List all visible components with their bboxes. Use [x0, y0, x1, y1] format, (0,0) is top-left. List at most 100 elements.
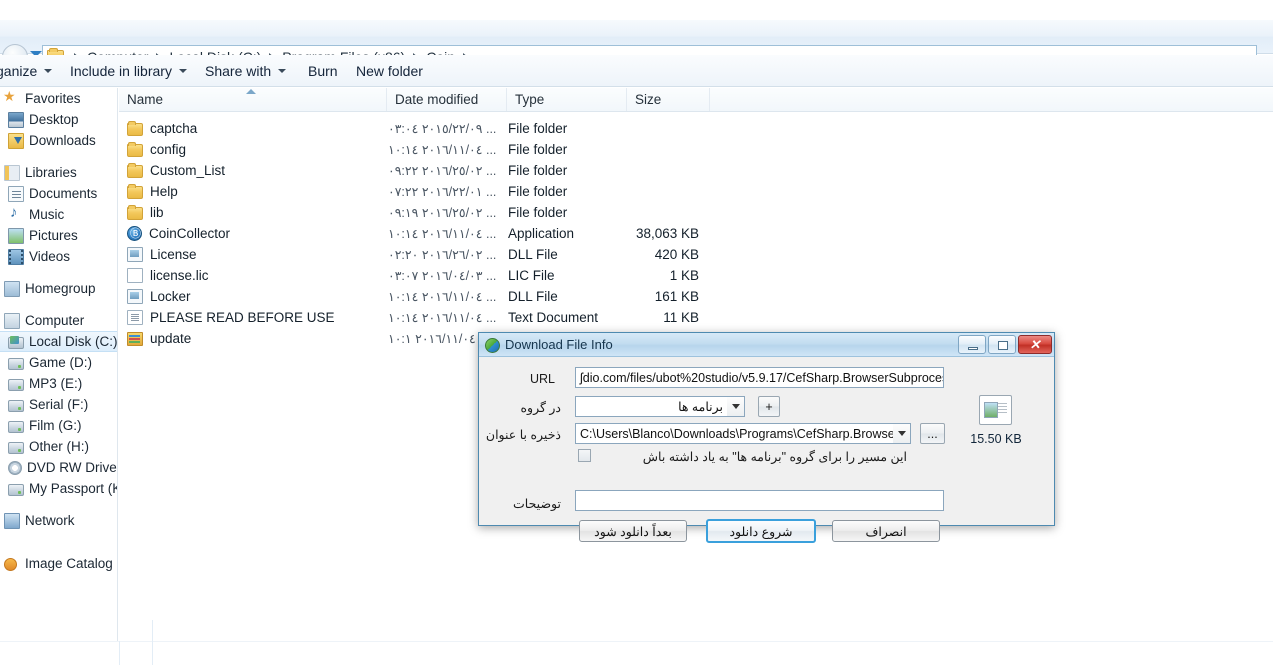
sidebar-item-serial-f[interactable]: Serial (F:) — [0, 394, 117, 415]
category-select[interactable]: برنامه ها — [575, 396, 745, 417]
table-row[interactable]: Locker ٢٠١٦/١١/٠٤ ١٠:١٤ ... DLL File 161… — [119, 286, 1273, 307]
file-date-cell: ٢٠١٦/٢٥/٠٢ ٠٩:٢٢ ... — [388, 164, 497, 178]
cancel-button[interactable]: انصراف — [832, 520, 940, 542]
screen: Computer Local Disk (C:) Program Files (… — [0, 0, 1273, 665]
browse-button[interactable]: ... — [920, 423, 945, 444]
table-row[interactable]: Custom_List ٢٠١٦/٢٥/٠٢ ٠٩:٢٢ ... File fo… — [119, 160, 1273, 181]
sidebar-item-label: Local Disk (C:) — [29, 334, 118, 349]
sidebar-item-local-disk-c[interactable]: Local Disk (C:) — [0, 331, 117, 352]
sidebar-item-game-d[interactable]: Game (D:) — [0, 352, 117, 373]
file-type-cell: DLL File — [508, 247, 558, 262]
sidebar-item-label: My Passport (K:) — [29, 481, 117, 496]
sidebar-item-my-passport-k[interactable]: My Passport (K:) — [0, 478, 117, 499]
sidebar-item-pictures[interactable]: Pictures — [0, 225, 117, 246]
folder-icon — [127, 121, 143, 136]
drive-icon — [8, 483, 24, 496]
sidebar-item-film-g[interactable]: Film (G:) — [0, 415, 117, 436]
file-name-cell: Help — [127, 184, 178, 199]
chevron-down-icon[interactable] — [893, 424, 910, 443]
command-toolbar: ganize Include in library Share with Bur… — [0, 55, 1273, 87]
table-row[interactable]: license.lic ٢٠١٦/٠٤/٠٣ ٠٣:٠٧ ... LIC Fil… — [119, 265, 1273, 286]
table-row[interactable]: CoinCollector ٢٠١٦/١١/٠٤ ١٠:١٤ ... Appli… — [119, 223, 1273, 244]
sidebar-group-libraries[interactable]: Libraries — [0, 162, 117, 183]
minimize-button[interactable] — [958, 335, 986, 354]
sidebar-group-image-catalog[interactable]: Image Catalog — [0, 553, 117, 574]
burn-label: Burn — [308, 62, 338, 79]
column-header-type[interactable]: Type — [507, 88, 627, 111]
sidebar-item-music[interactable]: Music — [0, 204, 117, 225]
downloads-icon — [8, 132, 24, 149]
sidebar-group-label: Computer — [25, 313, 85, 328]
share-with-label: Share with — [205, 62, 272, 79]
table-row[interactable]: lib ٢٠١٦/٢٥/٠٢ ٠٩:١٩ ... File folder — [119, 202, 1273, 223]
folder-icon — [127, 163, 143, 178]
sidebar-item-dvd-rw-drive-i[interactable]: DVD RW Drive (I:) N — [0, 457, 117, 478]
file-name-cell: CoinCollector — [127, 225, 230, 241]
maximize-button[interactable] — [988, 335, 1016, 354]
sidebar-group-homegroup[interactable]: Homegroup — [0, 278, 117, 299]
file-date-cell: ٢٠١٦/١١/٠٤ ١٠:١٤ ... — [388, 290, 497, 304]
sidebar-group-favorites[interactable]: Favorites — [0, 88, 117, 109]
url-input[interactable]: ʃdio.com/files/ubot%20studio/v5.9.17/Cef… — [575, 367, 944, 388]
include-in-library-button[interactable]: Include in library — [62, 55, 195, 86]
start-download-label: شروع دانلود — [729, 524, 793, 539]
column-label: Size — [635, 92, 662, 107]
file-name-cell: License — [127, 247, 197, 262]
chevron-down-icon[interactable] — [727, 397, 744, 416]
file-date-cell: ٢٠١٦/١١/٠٤ ١٠:١٤ ... — [388, 227, 497, 241]
table-row[interactable]: config ٢٠١٦/١١/٠٤ ١٠:١٤ ... File folder — [119, 139, 1273, 160]
lic-icon — [127, 268, 143, 283]
table-row[interactable]: License ٢٠١٦/٢٦/٠٢ ٠٢:٢٠ ... DLL File 42… — [119, 244, 1273, 265]
file-name-cell: lib — [127, 205, 164, 220]
sidebar-item-other-h[interactable]: Other (H:) — [0, 436, 117, 457]
folder-icon — [127, 142, 143, 157]
sidebar-group-computer[interactable]: Computer — [0, 310, 117, 331]
close-button[interactable]: ✕ — [1018, 335, 1052, 354]
dialog-title-bar[interactable]: Download File Info ✕ — [479, 333, 1054, 357]
sidebar-item-label: MP3 (E:) — [29, 376, 83, 391]
file-name-label: license.lic — [150, 268, 209, 283]
address-bar: Computer Local Disk (C:) Program Files (… — [0, 20, 1273, 70]
chevron-down-icon — [44, 68, 53, 73]
new-folder-label: New folder — [356, 62, 423, 79]
organize-button[interactable]: ganize — [0, 55, 60, 86]
sidebar-item-documents[interactable]: Documents — [0, 183, 117, 204]
table-row[interactable]: PLEASE READ BEFORE USE ٢٠١٦/١١/٠٤ ١٠:١٤ … — [119, 307, 1273, 328]
download-file-info-dialog[interactable]: Download File Info ✕ URL ʃdio.com/files/… — [478, 332, 1055, 543]
sidebar-group-network[interactable]: Network — [0, 510, 117, 531]
category-label: در گروه — [520, 401, 561, 415]
column-header-size[interactable]: Size — [627, 88, 710, 111]
description-input[interactable] — [575, 490, 944, 511]
desktop-icon — [8, 111, 24, 128]
sidebar-item-videos[interactable]: Videos — [0, 246, 117, 267]
file-name-label: captcha — [150, 121, 198, 136]
remember-path-checkbox[interactable] — [578, 449, 591, 462]
table-row[interactable]: Help ٢٠١٦/٢٢/٠١ ٠٧:٢٢ ... File folder — [119, 181, 1273, 202]
start-download-button[interactable]: شروع دانلود — [706, 519, 816, 543]
divider — [152, 620, 153, 665]
drive-icon — [8, 378, 24, 391]
remember-path-label: این مسیر را برای گروه "برنامه ها" به یاد… — [642, 450, 907, 464]
table-row[interactable]: captcha ٢٠١٥/٢٢/٠٩ ٠٣:٠٤ ... File folder — [119, 118, 1273, 139]
download-later-button[interactable]: بعداً دانلود شود — [579, 520, 687, 542]
column-header-date-modified[interactable]: Date modified — [387, 88, 507, 111]
column-header-name[interactable]: Name — [119, 88, 387, 111]
sidebar-item-mp3-e[interactable]: MP3 (E:) — [0, 373, 117, 394]
navigation-pane[interactable]: Favorites Desktop Downloads Libraries Do… — [0, 88, 118, 641]
column-label: Date modified — [395, 92, 479, 107]
burn-button[interactable]: Burn — [300, 55, 346, 86]
sidebar-item-downloads[interactable]: Downloads — [0, 130, 117, 151]
file-name-label: lib — [150, 205, 164, 220]
share-with-button[interactable]: Share with — [197, 55, 294, 86]
maximize-icon — [998, 341, 1008, 350]
column-label: Name — [127, 92, 164, 107]
picture-icon — [8, 227, 24, 244]
save-path-select[interactable]: C:\Users\Blanco\Downloads\Programs\CefSh… — [575, 423, 911, 444]
add-category-button[interactable]: + — [758, 396, 780, 417]
file-date-cell: ٢٠١٦/٠٤/٠٣ ٠٣:٠٧ ... — [388, 269, 497, 283]
sidebar-item-desktop[interactable]: Desktop — [0, 109, 117, 130]
new-folder-button[interactable]: New folder — [348, 55, 431, 86]
system-drive-icon — [8, 335, 24, 349]
